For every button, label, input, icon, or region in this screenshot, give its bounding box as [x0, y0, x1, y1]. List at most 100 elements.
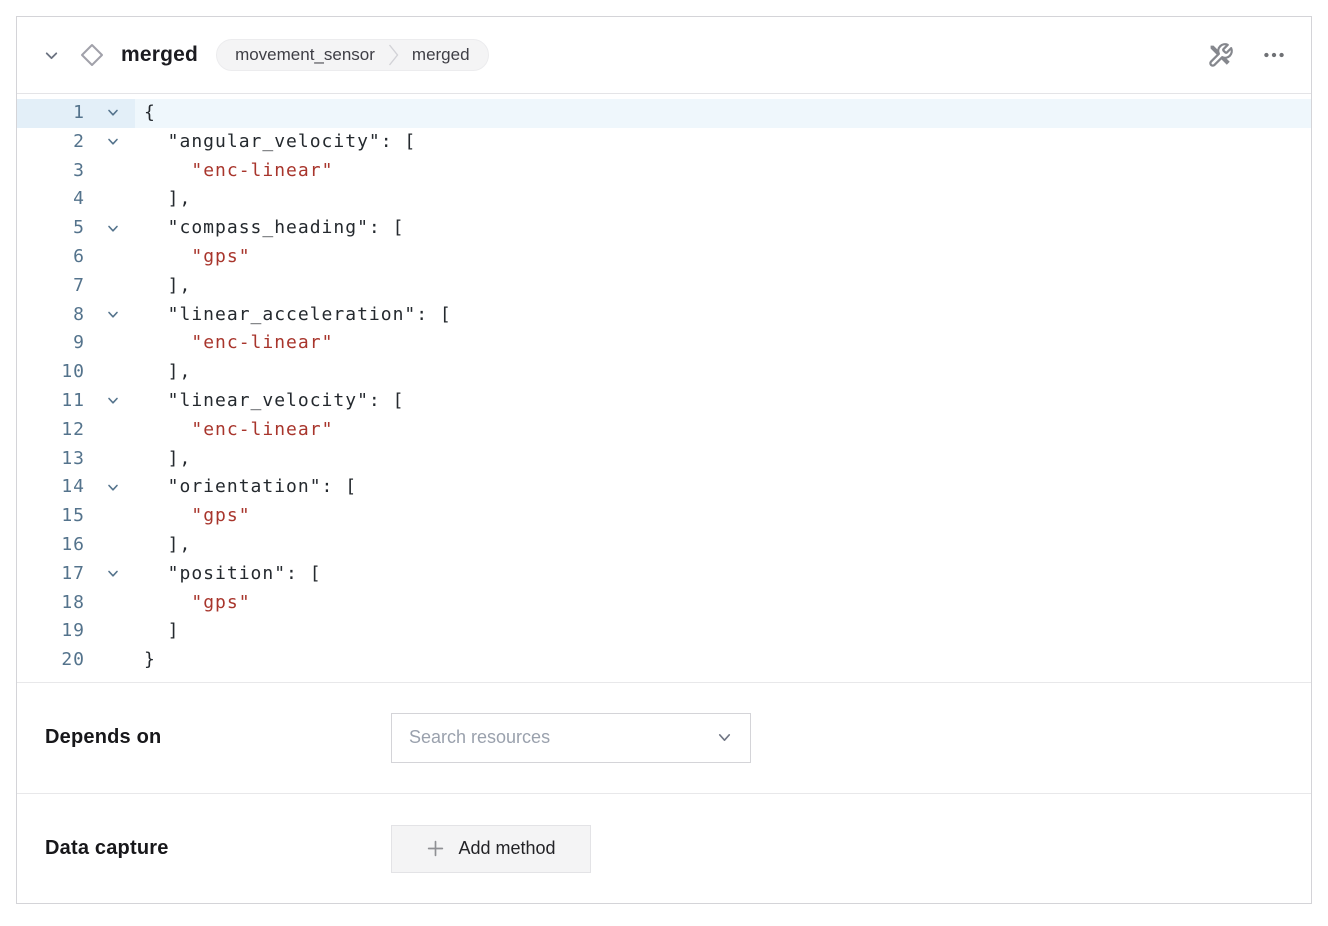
fold-spacer: [91, 358, 135, 387]
page: merged movement_sensor merged: [0, 0, 1328, 926]
editor-gutter: 15: [17, 502, 135, 531]
line-number: 2: [17, 128, 91, 157]
plus-icon: [426, 839, 445, 858]
line-number: 7: [17, 272, 91, 301]
fold-spacer: [91, 646, 135, 675]
line-number: 17: [17, 560, 91, 589]
code-editor[interactable]: 1{2 "angular_velocity": [3 "enc-linear"4…: [17, 94, 1311, 682]
editor-gutter: 5: [17, 214, 135, 243]
chevron-down-icon: [107, 482, 119, 494]
editor-line[interactable]: 4 ],: [17, 185, 1311, 214]
editor-gutter: 13: [17, 445, 135, 474]
fold-spacer: [91, 272, 135, 301]
editor-line[interactable]: 9 "enc-linear": [17, 329, 1311, 358]
fold-toggle[interactable]: [91, 214, 135, 243]
collapse-button[interactable]: [42, 46, 60, 64]
search-resources-placeholder: Search resources: [409, 727, 550, 748]
fold-spacer: [91, 157, 135, 186]
editor-gutter: 16: [17, 531, 135, 560]
code-line: ],: [135, 445, 191, 474]
data-capture-section: Data capture Add method: [17, 793, 1311, 904]
editor-line[interactable]: 17 "position": [: [17, 560, 1311, 589]
editor-line[interactable]: 15 "gps": [17, 502, 1311, 531]
fold-toggle[interactable]: [91, 301, 135, 330]
line-number: 8: [17, 301, 91, 330]
chevron-down-icon: [107, 568, 119, 580]
fold-toggle[interactable]: [91, 560, 135, 589]
chevron-down-icon: [107, 223, 119, 235]
editor-line[interactable]: 14 "orientation": [: [17, 473, 1311, 502]
resource-card: merged movement_sensor merged: [16, 16, 1312, 904]
breadcrumb-name: merged: [412, 45, 470, 65]
editor-line[interactable]: 7 ],: [17, 272, 1311, 301]
editor-gutter: 8: [17, 301, 135, 330]
line-number: 11: [17, 387, 91, 416]
depends-on-label: Depends on: [45, 726, 391, 749]
editor-line[interactable]: 19 ]: [17, 617, 1311, 646]
editor-line[interactable]: 16 ],: [17, 531, 1311, 560]
search-resources-select[interactable]: Search resources: [391, 713, 751, 763]
editor-gutter: 11: [17, 387, 135, 416]
line-number: 1: [17, 99, 91, 128]
depends-on-section: Depends on Search resources: [17, 682, 1311, 793]
wrench-screwdriver-icon: [1207, 42, 1234, 69]
editor-line[interactable]: 6 "gps": [17, 243, 1311, 272]
data-capture-label: Data capture: [45, 837, 391, 860]
editor-line[interactable]: 2 "angular_velocity": [: [17, 128, 1311, 157]
code-line: ],: [135, 358, 191, 387]
code-line: "compass_heading": [: [135, 214, 404, 243]
line-number: 20: [17, 646, 91, 675]
diamond-icon: [78, 41, 106, 69]
line-number: 4: [17, 185, 91, 214]
more-menu-button[interactable]: [1259, 40, 1289, 70]
configure-tools-button[interactable]: [1205, 40, 1235, 70]
code-line: "linear_velocity": [: [135, 387, 404, 416]
code-line: "enc-linear": [135, 157, 333, 186]
code-line: "angular_velocity": [: [135, 128, 416, 157]
code-line: "orientation": [: [135, 473, 357, 502]
code-line: ],: [135, 531, 191, 560]
editor-line[interactable]: 13 ],: [17, 445, 1311, 474]
ellipsis-icon: [1261, 42, 1287, 68]
fold-toggle[interactable]: [91, 387, 135, 416]
breadcrumb: movement_sensor merged: [216, 39, 488, 71]
code-line: "enc-linear": [135, 416, 333, 445]
editor-line[interactable]: 5 "compass_heading": [: [17, 214, 1311, 243]
editor-line[interactable]: 12 "enc-linear": [17, 416, 1311, 445]
editor-line[interactable]: 10 ],: [17, 358, 1311, 387]
editor-gutter: 20: [17, 646, 135, 675]
fold-spacer: [91, 502, 135, 531]
chevron-down-icon: [107, 395, 119, 407]
code-line: ],: [135, 185, 191, 214]
line-number: 13: [17, 445, 91, 474]
fold-toggle[interactable]: [91, 99, 135, 128]
add-method-button[interactable]: Add method: [391, 825, 591, 873]
editor-line[interactable]: 8 "linear_acceleration": [: [17, 301, 1311, 330]
fold-spacer: [91, 617, 135, 646]
line-number: 14: [17, 473, 91, 502]
code-line: ]: [135, 617, 180, 646]
editor-line[interactable]: 1{: [17, 99, 1311, 128]
fold-toggle[interactable]: [91, 128, 135, 157]
fold-spacer: [91, 445, 135, 474]
editor-gutter: 1: [17, 99, 135, 128]
fold-spacer: [91, 531, 135, 560]
line-number: 15: [17, 502, 91, 531]
line-number: 19: [17, 617, 91, 646]
editor-line[interactable]: 18 "gps": [17, 589, 1311, 618]
editor-line[interactable]: 20}: [17, 646, 1311, 675]
editor-gutter: 9: [17, 329, 135, 358]
fold-spacer: [91, 589, 135, 618]
fold-spacer: [91, 416, 135, 445]
fold-spacer: [91, 329, 135, 358]
breadcrumb-type: movement_sensor: [235, 45, 375, 65]
fold-toggle[interactable]: [91, 473, 135, 502]
chevron-down-icon: [107, 107, 119, 119]
editor-line[interactable]: 3 "enc-linear": [17, 157, 1311, 186]
fold-spacer: [91, 243, 135, 272]
editor-line[interactable]: 11 "linear_velocity": [: [17, 387, 1311, 416]
line-number: 9: [17, 329, 91, 358]
code-line: "gps": [135, 502, 251, 531]
chevron-down-icon: [107, 309, 119, 321]
editor-gutter: 19: [17, 617, 135, 646]
